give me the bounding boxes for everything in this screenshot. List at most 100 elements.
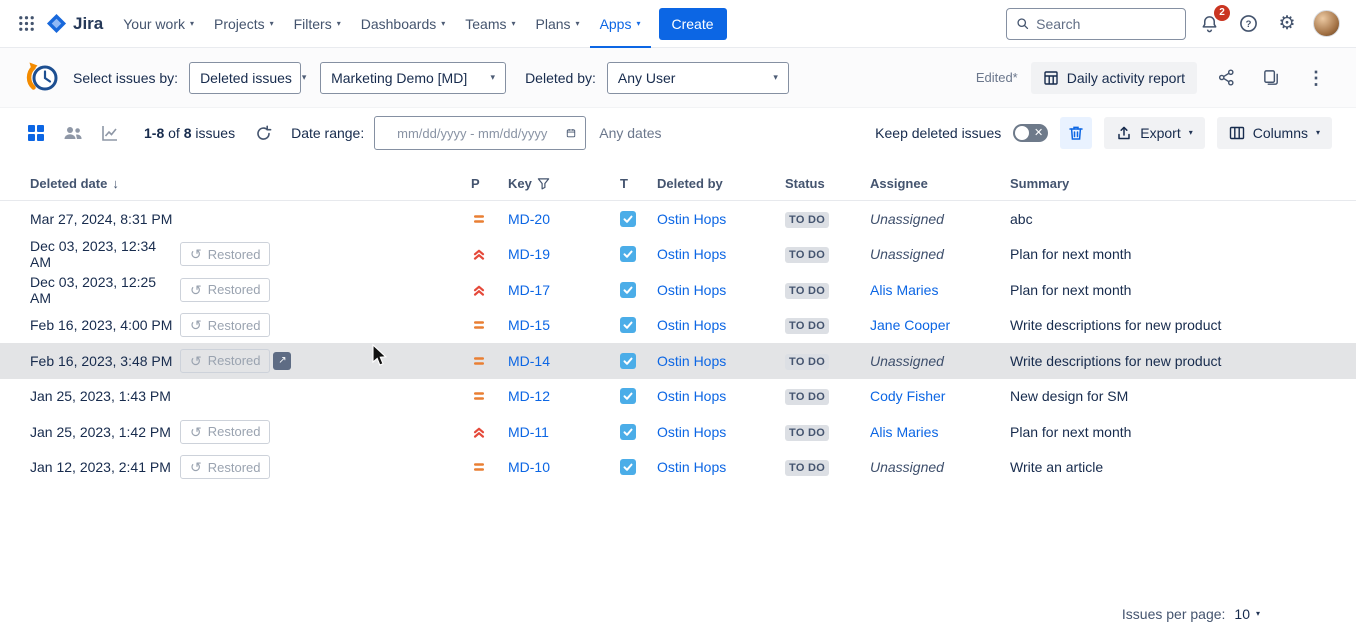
profile-button[interactable]	[1310, 8, 1342, 40]
deleted-by-link[interactable]: Ostin Hops	[657, 282, 726, 298]
table-row[interactable]: Mar 27, 2024, 8:31 PM MD-20 Ostin Hops T…	[0, 201, 1356, 237]
header-summary[interactable]: Summary	[1010, 176, 1344, 191]
issue-key-link[interactable]: MD-17	[508, 282, 550, 298]
share-icon	[1217, 68, 1236, 87]
date-range-input[interactable]	[384, 126, 560, 141]
create-button[interactable]: Create	[659, 8, 727, 40]
nav-item-dashboards[interactable]: Dashboards▾	[351, 0, 456, 48]
assignee[interactable]: Unassigned	[870, 459, 944, 475]
notifications-button[interactable]: 2	[1193, 8, 1225, 40]
table-row[interactable]: Jan 25, 2023, 1:42 PM ↺ Restored MD-11 O…	[0, 414, 1356, 450]
header-assignee[interactable]: Assignee	[870, 176, 1010, 191]
header-deleted-date[interactable]: Deleted date↓	[30, 176, 180, 191]
delete-button[interactable]	[1060, 117, 1092, 149]
assignee[interactable]: Cody Fisher	[870, 388, 945, 404]
deleted-by-link[interactable]: Ostin Hops	[657, 317, 726, 333]
select-issues-by-label: Select issues by:	[73, 70, 178, 86]
header-status[interactable]: Status	[785, 176, 870, 191]
daily-activity-report-button[interactable]: Daily activity report	[1031, 62, 1197, 94]
task-type-icon	[620, 388, 636, 404]
users-view-button[interactable]	[61, 121, 85, 145]
nav-item-teams[interactable]: Teams▾	[455, 0, 525, 48]
deleted-by-link[interactable]: Ostin Hops	[657, 211, 726, 227]
share-button[interactable]	[1210, 62, 1242, 94]
issues-per-page-label: Issues per page:	[1122, 606, 1226, 622]
filter-bar: 1-8 of 8 issues Date range: Any dates Ke…	[0, 108, 1356, 158]
grid-view-button[interactable]	[24, 121, 48, 145]
search-input[interactable]	[1036, 16, 1176, 32]
nav-item-apps[interactable]: Apps▾	[590, 0, 651, 48]
more-actions-button[interactable]: ⋮	[1300, 62, 1332, 94]
assignee[interactable]: Unassigned	[870, 353, 944, 369]
assignee[interactable]: Alis Maries	[870, 424, 938, 440]
issue-key-link[interactable]: MD-12	[508, 388, 550, 404]
task-type-icon	[620, 353, 636, 369]
issue-source-select[interactable]: Deleted issues ▾	[189, 62, 301, 94]
deleted-by-cell: Ostin Hops	[657, 424, 785, 440]
help-button[interactable]: ?	[1232, 8, 1264, 40]
users-icon	[63, 124, 83, 142]
deleted-date-cell: Mar 27, 2024, 8:31 PM	[30, 211, 180, 227]
assignee[interactable]: Unassigned	[870, 246, 944, 262]
export-button[interactable]: Export ▾	[1104, 117, 1204, 149]
key-cell: MD-14	[508, 353, 620, 369]
issue-key-link[interactable]: MD-19	[508, 246, 550, 262]
issue-key-link[interactable]: MD-20	[508, 211, 550, 227]
table-row[interactable]: Jan 12, 2023, 2:41 PM ↺ Restored MD-10 O…	[0, 450, 1356, 486]
deleted-by-link[interactable]: Ostin Hops	[657, 388, 726, 404]
header-key[interactable]: Key	[508, 176, 620, 191]
nav-item-projects[interactable]: Projects▾	[204, 0, 284, 48]
issue-key-link[interactable]: MD-10	[508, 459, 550, 475]
date-range-field[interactable]	[374, 116, 586, 150]
summary: Plan for next month	[1010, 246, 1344, 262]
issue-key-link[interactable]: MD-14	[508, 353, 550, 369]
refresh-button[interactable]	[251, 121, 275, 145]
deleted-by-link[interactable]: Ostin Hops	[657, 459, 726, 475]
restore-icon: ↺	[190, 318, 202, 332]
nav-item-filters[interactable]: Filters▾	[284, 0, 351, 48]
header-type[interactable]: T	[620, 176, 657, 191]
assignee[interactable]: Unassigned	[870, 211, 944, 227]
deleted-by-link[interactable]: Ostin Hops	[657, 353, 726, 369]
project-select[interactable]: Marketing Demo [MD] ▾	[320, 62, 506, 94]
deleted-by-link[interactable]: Ostin Hops	[657, 424, 726, 440]
key-cell: MD-10	[508, 459, 620, 475]
restored-cell: ↺ Restored	[180, 242, 471, 266]
issues-per-page-select[interactable]: 10 ▾	[1234, 606, 1260, 622]
app-switcher-button[interactable]	[10, 8, 42, 40]
table-row[interactable]: Feb 16, 2023, 3:48 PM ↺ Restored ↗ MD-14…	[0, 343, 1356, 379]
status-cell: TO DO	[785, 210, 870, 228]
assignee-cell: Alis Maries	[870, 424, 1010, 440]
type-cell	[620, 459, 657, 475]
nav-item-label: Plans	[536, 16, 571, 32]
table-row[interactable]: Feb 16, 2023, 4:00 PM ↺ Restored MD-15 O…	[0, 308, 1356, 344]
deleted-date-cell: Feb 16, 2023, 4:00 PM	[30, 317, 180, 333]
issue-key-link[interactable]: MD-11	[508, 424, 549, 440]
table-row[interactable]: Dec 03, 2023, 12:34 AM ↺ Restored MD-19 …	[0, 237, 1356, 273]
table-row[interactable]: Dec 03, 2023, 12:25 AM ↺ Restored MD-17 …	[0, 272, 1356, 308]
settings-button[interactable]: ⚙	[1271, 8, 1303, 40]
global-search[interactable]	[1006, 8, 1186, 40]
toggle-knob	[1015, 126, 1029, 140]
jira-logo[interactable]: Jira	[42, 13, 113, 34]
table-row[interactable]: Jan 25, 2023, 1:43 PM MD-12 Ostin Hops T…	[0, 379, 1356, 415]
header-priority[interactable]: P	[471, 176, 508, 191]
issue-key-link[interactable]: MD-15	[508, 317, 550, 333]
kebab-icon: ⋮	[1307, 69, 1325, 87]
assignee[interactable]: Alis Maries	[870, 282, 938, 298]
deleted-by-link[interactable]: Ostin Hops	[657, 246, 726, 262]
columns-button[interactable]: Columns ▾	[1217, 117, 1332, 149]
deleted-by-select[interactable]: Any User ▾	[607, 62, 789, 94]
avatar	[1313, 10, 1340, 37]
chart-view-button[interactable]	[98, 121, 122, 145]
type-cell	[620, 246, 657, 262]
nav-item-your-work[interactable]: Your work▾	[113, 0, 204, 48]
assignee[interactable]: Jane Cooper	[870, 317, 950, 333]
keep-deleted-toggle[interactable]: ✕	[1013, 124, 1048, 142]
header-deleted-by[interactable]: Deleted by	[657, 176, 785, 191]
export-page-button[interactable]	[1255, 62, 1287, 94]
export-icon	[1116, 125, 1132, 141]
nav-item-plans[interactable]: Plans▾	[526, 0, 590, 48]
app-logo-icon	[24, 59, 62, 97]
open-issue-button[interactable]: ↗	[273, 352, 291, 370]
